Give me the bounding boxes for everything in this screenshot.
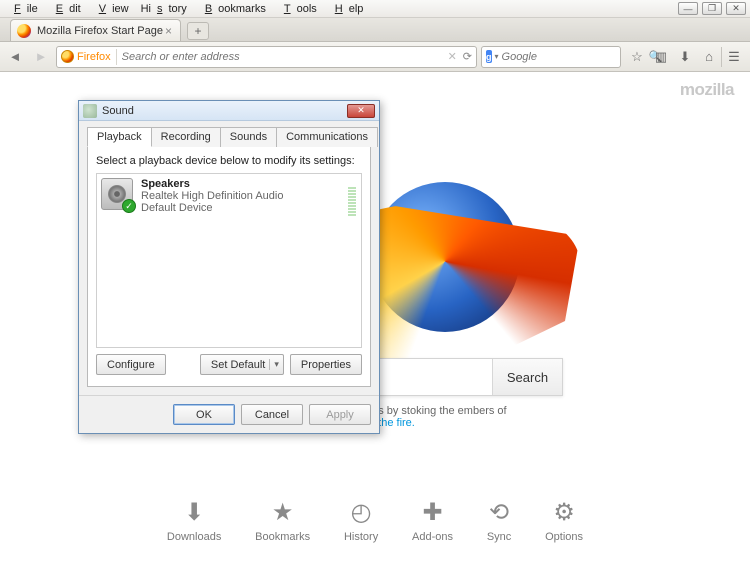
menu-tools[interactable]: Tools [272, 2, 323, 16]
clock-icon: ◴ [351, 498, 372, 527]
device-item[interactable]: ✓ Speakers Realtek High Definition Audio… [101, 178, 357, 214]
engine-dropdown-icon[interactable]: ▾ [495, 52, 499, 61]
browser-tab[interactable]: Mozilla Firefox Start Page × [10, 19, 181, 41]
star-icon: ★ [272, 498, 294, 527]
properties-button[interactable]: Properties [290, 354, 362, 375]
device-driver: Realtek High Definition Audio [141, 190, 283, 202]
playback-panel: Select a playback device below to modify… [87, 147, 371, 387]
default-check-icon: ✓ [122, 199, 136, 213]
menu-history[interactable]: History [135, 2, 193, 16]
forward-button[interactable]: ► [30, 46, 52, 68]
ql-sync[interactable]: ⟲Sync [487, 498, 511, 543]
mozilla-wordmark: mozilla [680, 80, 734, 100]
menu-bookmarks[interactable]: Bookmarks [193, 2, 272, 16]
home-button[interactable]: ⌂ [697, 46, 721, 68]
dialog-title: Sound [102, 105, 134, 117]
dialog-footer: OK Cancel Apply [79, 395, 379, 433]
dialog-titlebar[interactable]: Sound ✕ [79, 101, 379, 121]
ql-addons[interactable]: ✚Add-ons [412, 498, 453, 543]
downloads-button[interactable]: ⬇ [673, 46, 697, 68]
configure-button[interactable]: Configure [96, 354, 166, 375]
device-name: Speakers [141, 178, 283, 190]
tab-strip: Mozilla Firefox Start Page × + [0, 18, 750, 42]
cancel-button[interactable]: Cancel [241, 404, 303, 425]
tab-close-button[interactable]: × [163, 24, 174, 38]
menu-file[interactable]: FFileile [2, 2, 44, 16]
device-status: Default Device [141, 202, 283, 214]
firefox-favicon-icon [17, 24, 31, 38]
tab-title: Mozilla Firefox Start Page [37, 25, 163, 37]
window-minimize-button[interactable]: — [678, 2, 698, 15]
start-page-search-button[interactable]: Search [492, 359, 562, 395]
bookmarks-menu-button[interactable]: ▥ [649, 46, 673, 68]
firefox-icon [61, 50, 74, 63]
ok-button[interactable]: OK [173, 404, 235, 425]
window-close-button[interactable]: ✕ [726, 2, 746, 15]
nav-toolbar: ◄ ► Firefox ✕ ⟳ g ▾ 🔍 ☆ ▥ ⬇ ⌂ ☰ [0, 42, 750, 72]
speaker-device-icon: ✓ [101, 178, 133, 210]
device-list[interactable]: ✓ Speakers Realtek High Definition Audio… [96, 173, 362, 348]
level-meter [348, 187, 356, 216]
tab-recording[interactable]: Recording [151, 127, 221, 147]
search-input[interactable] [502, 51, 645, 63]
apply-button[interactable]: Apply [309, 404, 371, 425]
dialog-tabs: Playback Recording Sounds Communications [87, 127, 371, 147]
puzzle-icon: ✚ [422, 498, 442, 527]
set-default-button[interactable]: Set Default [200, 354, 284, 375]
sound-dialog: Sound ✕ Playback Recording Sounds Commun… [78, 100, 380, 434]
tab-sounds[interactable]: Sounds [220, 127, 277, 147]
quick-links: ⬇Downloads ★Bookmarks ◴History ✚Add-ons … [150, 498, 600, 543]
identity-chip[interactable]: Firefox [61, 50, 111, 63]
ql-bookmarks[interactable]: ★Bookmarks [255, 498, 310, 543]
star-bookmark-button[interactable]: ☆ [625, 46, 649, 68]
url-bar[interactable]: Firefox ✕ ⟳ [56, 46, 477, 68]
sound-titlebar-icon [83, 104, 97, 118]
download-arrow-icon: ⬇ [184, 498, 204, 527]
new-tab-button[interactable]: + [187, 22, 209, 40]
ql-downloads[interactable]: ⬇Downloads [167, 498, 221, 543]
ql-history[interactable]: ◴History [344, 498, 378, 543]
playback-instruction: Select a playback device below to modify… [96, 155, 362, 167]
google-engine-icon[interactable]: g [486, 50, 492, 63]
dialog-close-button[interactable]: ✕ [347, 104, 375, 118]
menu-edit[interactable]: Edit [44, 2, 87, 16]
search-bar[interactable]: g ▾ 🔍 [481, 46, 621, 68]
stop-icon[interactable]: ✕ [448, 50, 457, 63]
tab-communications[interactable]: Communications [276, 127, 378, 147]
url-input[interactable] [122, 51, 444, 63]
menu-view[interactable]: View [87, 2, 135, 16]
sync-icon: ⟲ [489, 498, 509, 527]
menubar: FFileile Edit View History Bookmarks Too… [0, 0, 750, 18]
hamburger-menu-button[interactable]: ☰ [722, 46, 746, 68]
back-button[interactable]: ◄ [4, 46, 26, 68]
reload-icon[interactable]: ⟳ [463, 50, 472, 63]
gear-icon: ⚙ [553, 498, 575, 527]
menu-help[interactable]: Help [323, 2, 370, 16]
window-restore-button[interactable]: ❐ [702, 2, 722, 15]
ql-options[interactable]: ⚙Options [545, 498, 583, 543]
tab-playback[interactable]: Playback [87, 127, 152, 147]
